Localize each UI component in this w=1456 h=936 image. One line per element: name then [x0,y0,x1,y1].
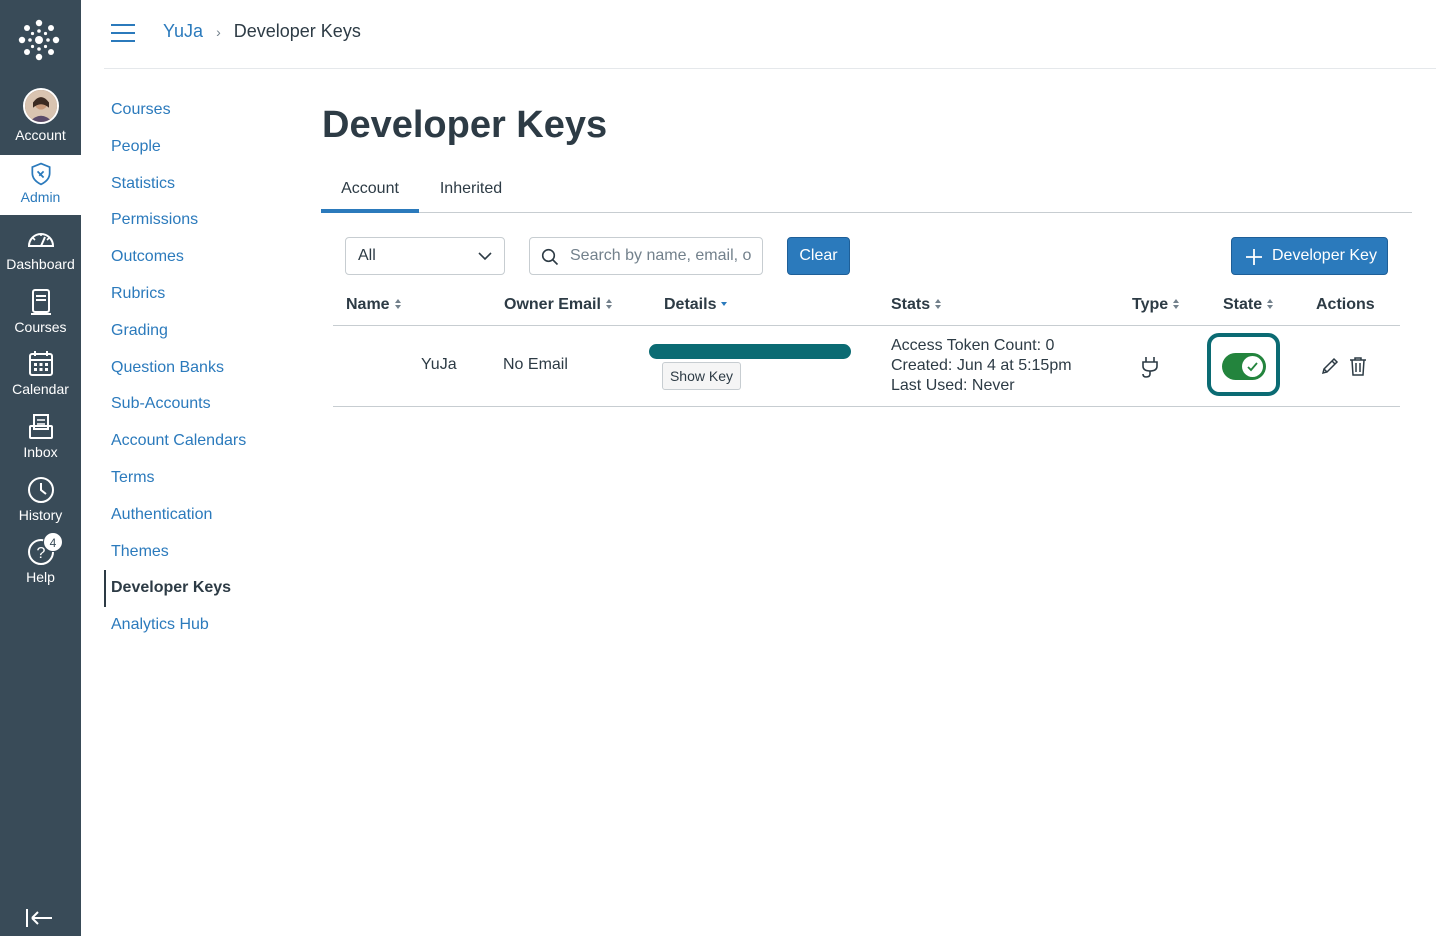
inbox-icon [28,414,53,439]
help-badge: 4 [43,532,63,552]
add-developer-key-label: Developer Key [1272,247,1377,264]
subnav-analytics-hub[interactable]: Analytics Hub [104,607,304,644]
avatar [22,88,59,124]
nav-history-label: History [18,507,63,523]
nav-calendar[interactable]: Calendar [0,349,81,397]
table-row: YuJa No Email Show Key Access Token Coun… [333,326,1400,407]
breadcrumb-current: Developer Keys [233,21,361,41]
tab-account[interactable]: Account [321,170,419,213]
col-details-label: Details [664,296,717,313]
subnav-statistics[interactable]: Statistics [104,166,304,203]
col-state-label: State [1223,296,1263,313]
subnav-question-banks[interactable]: Question Banks [104,350,304,387]
subnav-developer-keys[interactable]: Developer Keys [104,570,304,608]
redacted-key-bar [649,344,851,359]
tab-inherited[interactable]: Inherited [425,170,517,213]
col-name-label: Name [346,296,390,313]
nav-inbox-label: Inbox [23,444,58,460]
nav-admin-label: Admin [20,189,61,205]
col-owner-email-label: Owner Email [504,296,601,313]
key-name: YuJa [421,356,457,373]
global-nav: Account Admin Dashboard Courses Calendar [0,0,81,936]
nav-help[interactable]: ? Help [0,537,81,585]
owner-email: No Email [503,356,568,373]
col-owner-email-header[interactable]: Owner Email [504,296,613,314]
key-filter-select[interactable]: All [345,237,505,275]
breadcrumb: YuJa › Developer Keys [163,21,361,42]
sort-icon [394,299,401,309]
sort-icon [605,299,612,309]
subnav-terms[interactable]: Terms [104,460,304,497]
key-stats: Access Token Count: 0 Created: Jun 4 at … [891,336,1072,396]
col-name-header[interactable]: Name [346,296,402,314]
sort-icon [1267,299,1274,309]
nav-courses-label: Courses [14,319,67,335]
breadcrumb-separator-icon: › [216,24,221,40]
nav-admin[interactable]: Admin [0,155,81,215]
shield-icon [30,162,51,186]
access-token-count: Access Token Count: 0 [891,337,1055,354]
nav-inbox[interactable]: Inbox [0,412,81,460]
key-filter-value: All [358,247,376,264]
subnav-outcomes[interactable]: Outcomes [104,239,304,276]
col-type-header[interactable]: Type [1132,296,1180,314]
calendar-icon [28,351,53,376]
subnav-people[interactable]: People [104,129,304,166]
search-input[interactable] [570,244,752,268]
collapse-nav-icon[interactable] [24,906,56,930]
created-date: Created: Jun 4 at 5:15pm [891,357,1072,374]
tab-list: Account Inherited [321,170,1412,213]
subnav-authentication[interactable]: Authentication [104,497,304,534]
toggle-track [1222,353,1266,380]
nav-dashboard-label: Dashboard [6,256,75,272]
search-box [529,237,763,275]
delete-trash-icon[interactable] [1349,356,1367,376]
toggle-knob [1242,356,1263,377]
dashboard-icon [27,233,54,247]
account-subnav: Courses People Statistics Permissions Ou… [104,92,304,644]
subnav-permissions[interactable]: Permissions [104,202,304,239]
chevron-down-icon [478,252,492,261]
col-stats-label: Stats [891,296,931,313]
sort-icon [1173,299,1180,309]
breadcrumb-root-link[interactable]: YuJa [163,21,203,41]
hamburger-menu-icon[interactable] [111,24,135,44]
subnav-themes[interactable]: Themes [104,534,304,571]
clear-button[interactable]: Clear [787,237,850,275]
edit-pencil-icon[interactable] [1320,356,1340,376]
courses-icon [30,289,51,315]
nav-history[interactable]: History [0,475,81,523]
search-icon [541,248,559,266]
col-stats-header[interactable]: Stats [891,296,942,314]
col-details-header[interactable]: Details [664,296,728,314]
sort-descending-icon [721,302,728,306]
clock-icon [27,477,54,503]
add-developer-key-button[interactable]: Developer Key [1231,237,1388,275]
col-actions-header: Actions [1316,296,1375,313]
col-type-label: Type [1132,296,1169,313]
subnav-rubrics[interactable]: Rubrics [104,276,304,313]
nav-calendar-label: Calendar [12,381,69,397]
nav-dashboard[interactable]: Dashboard [0,224,81,272]
plus-icon [1246,249,1262,265]
key-state-toggle[interactable] [1207,333,1280,396]
canvas-logo-icon[interactable] [17,18,61,62]
subnav-sub-accounts[interactable]: Sub-Accounts [104,386,304,423]
plug-icon [1142,357,1158,378]
nav-account-label: Account [15,127,66,143]
nav-account[interactable]: Account [0,80,81,155]
page-title: Developer Keys [322,104,608,146]
subnav-account-calendars[interactable]: Account Calendars [104,423,304,460]
sort-icon [935,299,942,309]
col-state-header[interactable]: State [1223,296,1274,314]
table-header: Name Owner Email Details Stats Type Stat… [333,286,1400,326]
nav-courses[interactable]: Courses [0,287,81,335]
show-key-button[interactable]: Show Key [662,362,741,390]
check-icon [1247,362,1258,372]
subnav-courses[interactable]: Courses [104,92,304,129]
subnav-grading[interactable]: Grading [104,313,304,350]
top-bar: YuJa › Developer Keys [104,0,1436,69]
nav-help-label: Help [26,569,55,585]
last-used: Last Used: Never [891,377,1015,394]
